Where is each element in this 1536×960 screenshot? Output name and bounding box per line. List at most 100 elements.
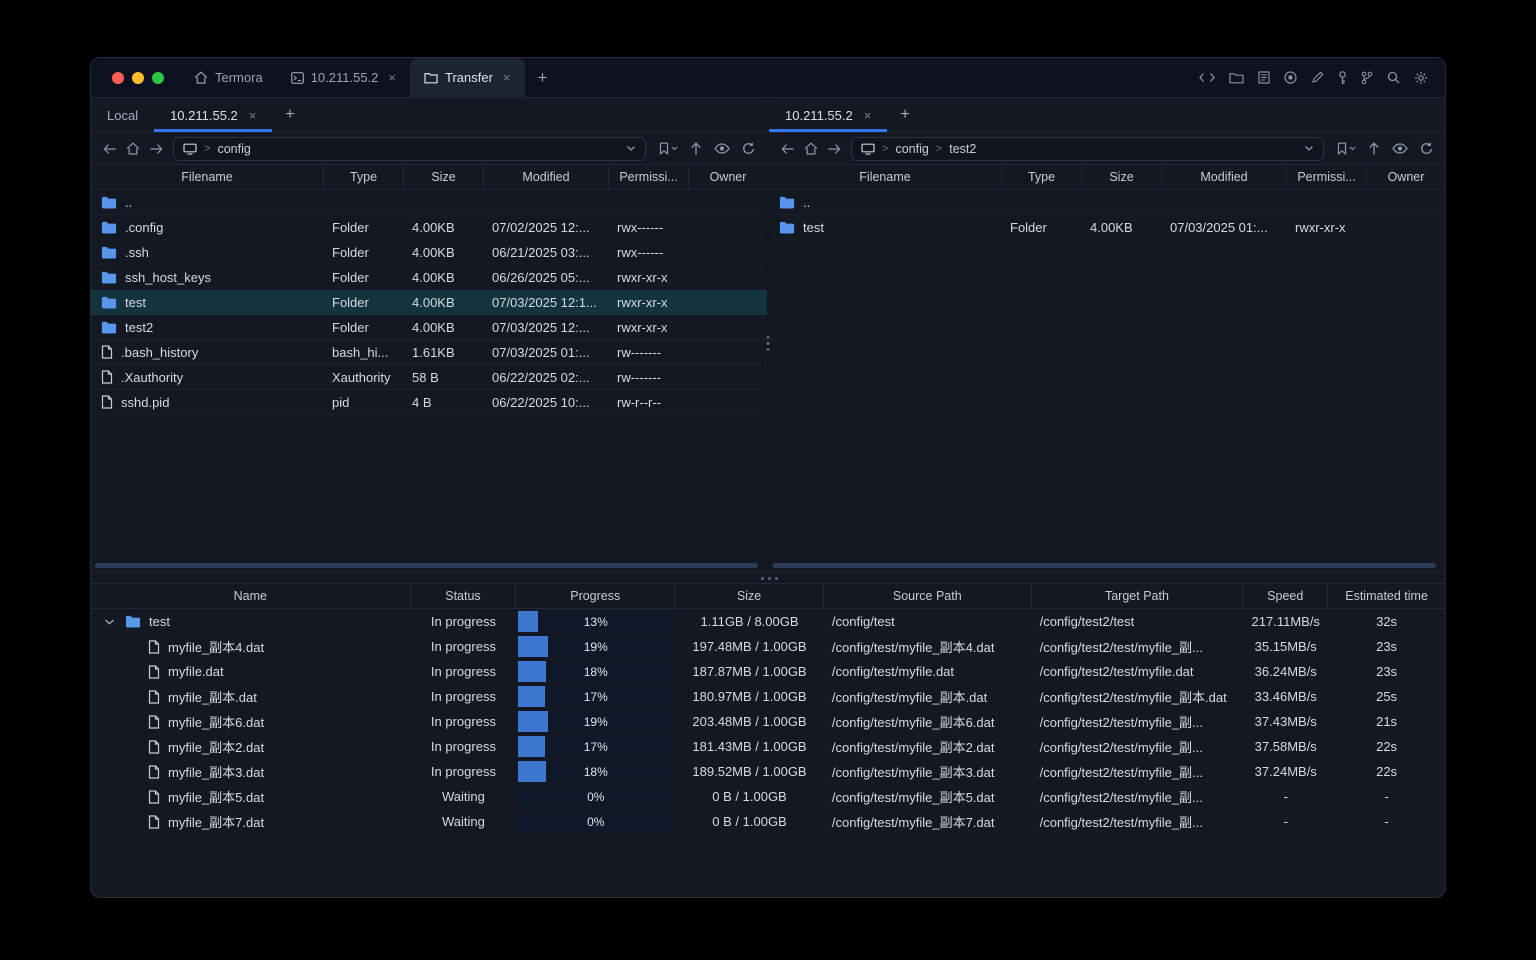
- column-header[interactable]: Type: [324, 165, 404, 189]
- bookmark-icon[interactable]: [659, 142, 678, 155]
- close-tab-icon[interactable]: ×: [864, 108, 872, 123]
- column-header[interactable]: Modified: [484, 165, 609, 189]
- path-bar[interactable]: > config: [173, 136, 646, 161]
- column-header[interactable]: Permissi...: [609, 165, 689, 189]
- transfer-row[interactable]: myfile_副本3.dat In progress 18% 189.52MB / 1…: [91, 759, 1445, 784]
- eta-cell: -: [1384, 814, 1389, 829]
- transfer-row[interactable]: myfile_副本7.dat Waiting 0% 0 B / 1.00GB/conf…: [91, 809, 1445, 834]
- column-header[interactable]: Target Path: [1032, 584, 1244, 608]
- breadcrumb-item[interactable]: config: [217, 142, 250, 156]
- eye-icon[interactable]: [714, 143, 730, 154]
- code-icon[interactable]: [1199, 72, 1215, 83]
- search-icon[interactable]: [1387, 71, 1400, 84]
- type-cell: Folder: [332, 244, 369, 260]
- column-header[interactable]: Name: [91, 584, 411, 608]
- chevron-down-icon[interactable]: [626, 145, 636, 152]
- eta-cell: 32s: [1376, 614, 1398, 629]
- tab-remote-host[interactable]: 10.211.55.2 ×: [769, 98, 888, 132]
- file-row[interactable]: ..: [769, 190, 1445, 215]
- key-icon[interactable]: [1338, 70, 1347, 85]
- column-header[interactable]: Progress: [516, 584, 676, 608]
- owner-cell: [689, 190, 767, 214]
- back-icon[interactable]: [103, 143, 116, 155]
- tab-termora[interactable]: Termora: [180, 58, 277, 97]
- column-header[interactable]: Owner: [1367, 165, 1445, 189]
- close-window-button[interactable]: [112, 71, 124, 84]
- minimize-window-button[interactable]: [132, 71, 144, 84]
- path-bar[interactable]: > config > test2: [851, 136, 1324, 161]
- refresh-icon[interactable]: [742, 142, 755, 155]
- tab-local[interactable]: Local: [91, 98, 154, 132]
- transfer-row[interactable]: myfile_副本.dat In progress 17% 180.97MB / 1.…: [91, 684, 1445, 709]
- column-header[interactable]: Size: [404, 165, 484, 189]
- tab-host-terminal[interactable]: 10.211.55.2 ×: [277, 58, 410, 97]
- speed-cell: 37.43MB/s: [1254, 714, 1317, 729]
- transfer-row[interactable]: myfile_副本6.dat In progress 19% 203.48MB / 1…: [91, 709, 1445, 734]
- column-header[interactable]: Status: [411, 584, 517, 608]
- back-icon[interactable]: [781, 143, 794, 155]
- forward-icon[interactable]: [828, 143, 841, 155]
- transfer-row[interactable]: myfile_副本2.dat In progress 17% 181.43MB / 1…: [91, 734, 1445, 759]
- refresh-icon[interactable]: [1420, 142, 1433, 155]
- eye-icon[interactable]: [1392, 143, 1408, 154]
- tab-remote-host[interactable]: 10.211.55.2 ×: [154, 98, 273, 132]
- transfer-name-text: myfile_副本7.dat: [168, 815, 265, 830]
- zoom-window-button[interactable]: [152, 71, 164, 84]
- new-tab-button[interactable]: +: [525, 58, 561, 97]
- file-row[interactable]: test Folder 4.00KB 07/03/2025 12:1... rwxr-x…: [91, 290, 767, 315]
- folder-icon[interactable]: [1229, 72, 1244, 84]
- breadcrumb-item[interactable]: config: [895, 142, 928, 156]
- speed-cell: -: [1283, 814, 1288, 829]
- file-row[interactable]: test2 Folder 4.00KB 07/03/2025 12:... rwxr-x…: [91, 315, 767, 340]
- column-header[interactable]: Owner: [689, 165, 767, 189]
- arrow-up-icon[interactable]: [1368, 142, 1380, 155]
- new-panel-tab-button[interactable]: +: [272, 98, 307, 132]
- close-tab-icon[interactable]: ×: [503, 70, 511, 85]
- new-panel-tab-button[interactable]: +: [887, 98, 922, 132]
- expand-chevron-icon[interactable]: [101, 618, 117, 626]
- file-row[interactable]: .bash_history bash_hi... 1.61KB 07/03/2025 …: [91, 340, 767, 365]
- column-header[interactable]: Filename: [91, 165, 324, 189]
- settings-icon[interactable]: [1414, 71, 1428, 85]
- home-icon[interactable]: [126, 142, 140, 155]
- file-row[interactable]: .ssh Folder 4.00KB 06/21/2025 03:... rwx----…: [91, 240, 767, 265]
- close-tab-icon[interactable]: ×: [249, 108, 257, 123]
- record-icon[interactable]: [1284, 71, 1297, 84]
- column-header[interactable]: Size: [675, 584, 824, 608]
- horizontal-scrollbar[interactable]: [773, 563, 1436, 568]
- tab-transfer[interactable]: Transfer ×: [410, 58, 525, 97]
- file-row[interactable]: test Folder 4.00KB 07/03/2025 01:... rwxr-xr…: [769, 215, 1445, 240]
- column-header[interactable]: Type: [1002, 165, 1082, 189]
- transfer-splitter[interactable]: [91, 571, 1445, 583]
- column-header[interactable]: Filename: [769, 165, 1002, 189]
- file-row[interactable]: ssh_host_keys Folder 4.00KB 06/26/2025 05:.…: [91, 265, 767, 290]
- close-tab-icon[interactable]: ×: [388, 70, 396, 85]
- log-icon[interactable]: [1258, 71, 1270, 84]
- file-row[interactable]: .Xauthority Xauthority 58 B 06/22/2025 02:.…: [91, 365, 767, 390]
- file-row[interactable]: .config Folder 4.00KB 07/02/2025 12:... rwx-…: [91, 215, 767, 240]
- forward-icon[interactable]: [150, 143, 163, 155]
- arrow-up-icon[interactable]: [690, 142, 702, 155]
- branch-icon[interactable]: [1361, 71, 1373, 85]
- horizontal-scrollbar[interactable]: [95, 563, 758, 568]
- edit-icon[interactable]: [1311, 71, 1324, 84]
- type-cell: [324, 190, 404, 214]
- file-row[interactable]: sshd.pid pid 4 B 06/22/2025 10:... rw-r--r--: [91, 390, 767, 415]
- column-header[interactable]: Modified: [1162, 165, 1287, 189]
- transfer-row[interactable]: myfile.dat In progress 18% 187.87MB / 1.00G…: [91, 659, 1445, 684]
- column-header[interactable]: Size: [1082, 165, 1162, 189]
- transfer-row[interactable]: myfile_副本5.dat Waiting 0% 0 B / 1.00GB/conf…: [91, 784, 1445, 809]
- file-table-header: Filename Type Size Modified Permissi... Owner: [91, 164, 767, 190]
- permissions-cell: rwx------: [617, 219, 664, 235]
- column-header[interactable]: Source Path: [824, 584, 1032, 608]
- file-row[interactable]: ..: [91, 190, 767, 215]
- breadcrumb-item[interactable]: test2: [949, 142, 976, 156]
- transfer-row[interactable]: myfile_副本4.dat In progress 19% 197.48MB / 1…: [91, 634, 1445, 659]
- chevron-down-icon[interactable]: [1304, 145, 1314, 152]
- bookmark-icon[interactable]: [1337, 142, 1356, 155]
- column-header[interactable]: Permissi...: [1287, 165, 1367, 189]
- column-header[interactable]: Speed: [1243, 584, 1329, 608]
- column-header[interactable]: Estimated time: [1328, 584, 1445, 608]
- home-icon[interactable]: [804, 142, 818, 155]
- transfer-row[interactable]: test In progress 13% 1.11GB / 8.00GB/config…: [91, 609, 1445, 634]
